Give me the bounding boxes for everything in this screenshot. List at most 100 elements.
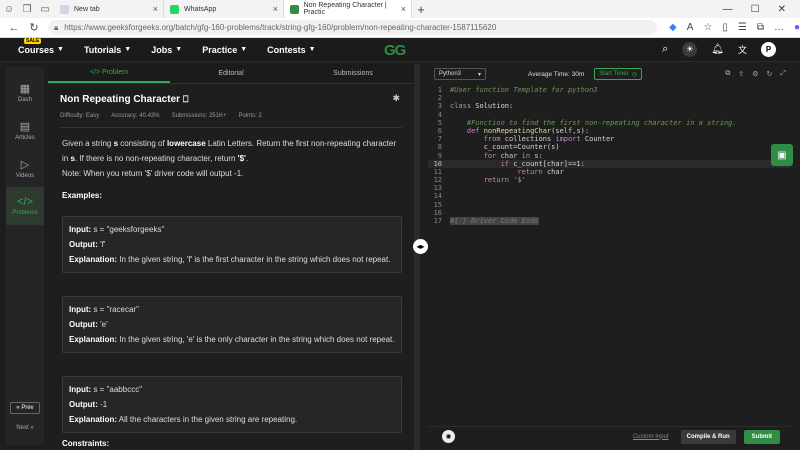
code-text: in xyxy=(521,151,535,160)
url-field[interactable]: 🔒︎ https://www.geeksforgeeks.org/batch/g… xyxy=(47,20,657,35)
code-line: 11 return char xyxy=(428,168,790,176)
profile-icon[interactable]: ☺ xyxy=(0,4,18,15)
code-text: #User function Template for python3 xyxy=(450,86,598,94)
settings-icon[interactable]: ⚙ xyxy=(752,70,758,78)
code-text: import xyxy=(555,135,585,144)
code-line: 10 if c_count[char]==1: xyxy=(428,159,790,168)
close-tab-icon[interactable]: × xyxy=(153,4,158,14)
chevron-down-icon: ▾ xyxy=(477,71,481,78)
custom-input-link[interactable]: Custom Input xyxy=(633,434,669,440)
code-line: 4 xyxy=(428,111,790,119)
code-text: char xyxy=(546,167,564,176)
tab-submissions[interactable]: Submissions xyxy=(292,64,414,83)
close-window-icon[interactable]: ✕ xyxy=(778,4,786,15)
gfg-logo[interactable]: GG xyxy=(384,42,406,59)
browser-tab-strip: ☺ ❐ ▭ New tab × WhatsApp × Non Repeating… xyxy=(0,0,800,18)
collections-icon[interactable]: ⧉ xyxy=(757,22,764,33)
chat-icon[interactable]: ▣ xyxy=(771,144,793,166)
explanation-label: Explanation: xyxy=(69,415,118,424)
new-tab-button[interactable]: + xyxy=(412,2,430,17)
favorite-icon[interactable]: ☆ xyxy=(703,22,712,33)
browser-tab-gfg[interactable]: Non Repeating Character | Practic × xyxy=(284,0,412,18)
tab-editorial[interactable]: Editorial xyxy=(170,64,292,83)
close-tab-icon[interactable]: × xyxy=(273,4,278,14)
favorites-bar-icon[interactable]: ☰ xyxy=(738,22,747,33)
reset-icon[interactable]: ↻ xyxy=(767,70,773,78)
notification-bell-icon[interactable]: 🔔︎ xyxy=(711,44,724,55)
next-button[interactable]: Next » xyxy=(6,425,44,431)
maximize-icon[interactable]: ☐ xyxy=(751,4,760,15)
example-box: Input: s = "aabbccc" Output: -1 Explanat… xyxy=(62,376,402,433)
code-text: char xyxy=(500,151,522,160)
resize-handle-icon[interactable]: ◂▸ xyxy=(413,239,428,254)
line-number: 13 xyxy=(433,184,442,193)
rail-item-videos[interactable]: ▷ Videos xyxy=(6,149,44,187)
problem-title: Non Repeating Character xyxy=(60,94,181,105)
refresh-icon[interactable]: ↻ xyxy=(24,21,44,34)
url-text: https://www.geeksforgeeks.org/batch/gfg-… xyxy=(64,23,497,32)
compile-run-button[interactable]: Compile & Run xyxy=(680,429,736,444)
book-icon: ▤ xyxy=(19,120,31,133)
line-number: 15 xyxy=(433,200,442,209)
upload-icon[interactable]: ⇪ xyxy=(738,70,744,78)
address-bar-row: ← ↻ 🔒︎ https://www.geeksforgeeks.org/bat… xyxy=(0,18,800,38)
copy-icon[interactable]: ⧉ xyxy=(725,70,730,78)
search-icon[interactable]: ⌕ xyxy=(662,43,668,56)
zen-mode-icon[interactable]: ✺ xyxy=(442,430,455,443)
desc-emphasis: lowercase xyxy=(166,139,206,148)
rail-item-articles[interactable]: ▤ Articles xyxy=(6,111,44,149)
code-line: 14 xyxy=(428,192,790,200)
theme-toggle-icon[interactable]: ☀ xyxy=(682,42,698,57)
report-bug-icon[interactable]: ✱ xyxy=(392,93,400,104)
start-timer-button[interactable]: Start Timer ◷ xyxy=(594,68,642,80)
example-output: -1 xyxy=(100,400,108,409)
fullscreen-icon[interactable]: ⤢ xyxy=(780,70,786,78)
translate-icon[interactable]: 文 xyxy=(738,43,747,56)
tab-actions-icon[interactable]: ❐ xyxy=(18,4,36,15)
rail-item-dash[interactable]: ▦ Dash xyxy=(6,73,44,111)
problem-meta: Difficulty: Easy Accuracy: 40.43% Submis… xyxy=(60,113,414,119)
example-box: Input: s = "racecar" Output: 'e' Explana… xyxy=(62,296,402,353)
code-line: 12 return '$' xyxy=(428,176,790,184)
nav-jobs[interactable]: Jobs ▼ xyxy=(151,45,182,55)
code-line: 17 #{ } Driver Code Ends xyxy=(428,217,790,226)
output-label: Output: xyxy=(69,240,98,249)
panel-splitter[interactable] xyxy=(414,64,420,450)
split-screen-icon[interactable]: ▯ xyxy=(722,22,728,33)
nav-tutorials[interactable]: Tutorials ▼ xyxy=(84,45,131,55)
rail-item-problems[interactable]: </> Problems xyxy=(6,187,44,225)
nav-courses[interactable]: SALE Courses ▼ xyxy=(18,37,64,55)
problem-panel: </> Problem Editorial Submissions Non Re… xyxy=(48,64,414,450)
lock-icon[interactable]: 🔒︎ xyxy=(54,23,58,33)
minimize-icon[interactable]: — xyxy=(723,4,733,15)
code-line: 9 for char in s: xyxy=(428,152,790,160)
avatar[interactable]: P xyxy=(761,42,776,57)
example-explanation: In the given string, 'e' is the only cha… xyxy=(119,335,395,344)
desc-text: consisting of xyxy=(118,139,167,148)
browser-tab-new-tab[interactable]: New tab × xyxy=(54,0,164,18)
bookmark-icon[interactable]: ⎕ xyxy=(183,94,188,105)
nav-practice[interactable]: Practice ▼ xyxy=(202,45,247,55)
nav-contests[interactable]: Contests ▼ xyxy=(267,45,315,55)
back-icon[interactable]: ← xyxy=(4,22,24,34)
tab-search-icon[interactable]: ▭ xyxy=(36,4,54,15)
close-tab-icon[interactable]: × xyxy=(401,4,406,14)
code-editor[interactable]: 1 #User function Template for python3 2 3… xyxy=(428,86,790,426)
accuracy: Accuracy: 40.43% xyxy=(111,113,160,119)
chevron-down-icon: ▼ xyxy=(308,46,316,53)
average-time: Average Time: 30m xyxy=(528,70,585,78)
extension-icon[interactable]: ◆ xyxy=(669,22,677,33)
copilot-icon[interactable]: ● xyxy=(794,22,800,33)
tab-problem[interactable]: </> Problem xyxy=(48,64,170,83)
folded-code[interactable]: #{ } Driver Code Ends xyxy=(450,217,539,226)
example-output: 'e' xyxy=(100,320,108,329)
prev-button[interactable]: « Prev xyxy=(10,402,40,414)
read-aloud-icon[interactable]: A xyxy=(687,22,694,33)
browser-tab-whatsapp[interactable]: WhatsApp × xyxy=(164,0,284,18)
line-number: 11 xyxy=(433,167,442,176)
submit-button[interactable]: Submit xyxy=(743,429,780,444)
more-icon[interactable]: … xyxy=(774,22,784,33)
line-number: 6 xyxy=(437,126,442,135)
language-select[interactable]: Python3 ▾ xyxy=(434,68,486,80)
example-explanation: All the characters in the given string a… xyxy=(118,415,298,424)
